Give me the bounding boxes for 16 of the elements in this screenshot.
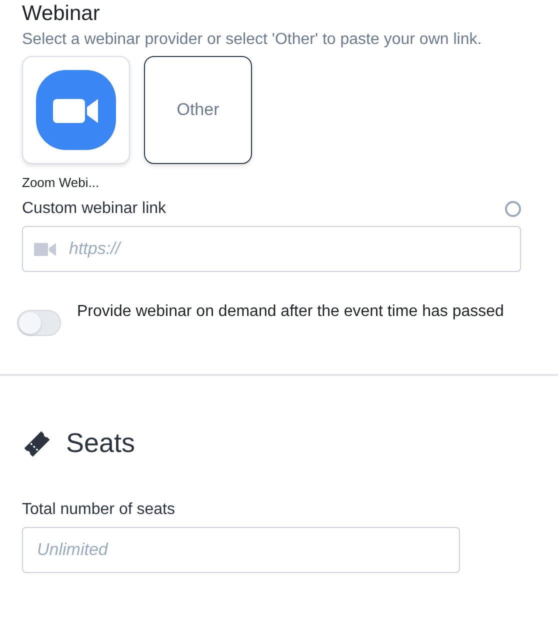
section-title: Seats [66, 428, 136, 459]
radio-button[interactable] [505, 201, 521, 217]
toggle-label: Provide webinar on demand after the event time has passed [77, 302, 505, 322]
input-field[interactable]: Unlimited [22, 527, 460, 573]
provider-label: Zoom Webi... [22, 175, 100, 190]
ticket-icon [22, 428, 52, 458]
input-field[interactable]: https:// [22, 226, 521, 272]
provider-tile[interactable]: Other [144, 56, 252, 164]
field-label: Total number of seats [22, 501, 176, 519]
field-label: Custom webinar link [22, 200, 166, 218]
video-camera-icon [34, 243, 56, 256]
section-description: Select a webinar provider or select 'Other' to paste your own link. [22, 30, 483, 50]
provider-tile[interactable] [22, 56, 130, 164]
toggle-switch[interactable] [17, 310, 61, 336]
section-title: Webinar [22, 1, 101, 27]
video-camera-icon [36, 70, 116, 150]
